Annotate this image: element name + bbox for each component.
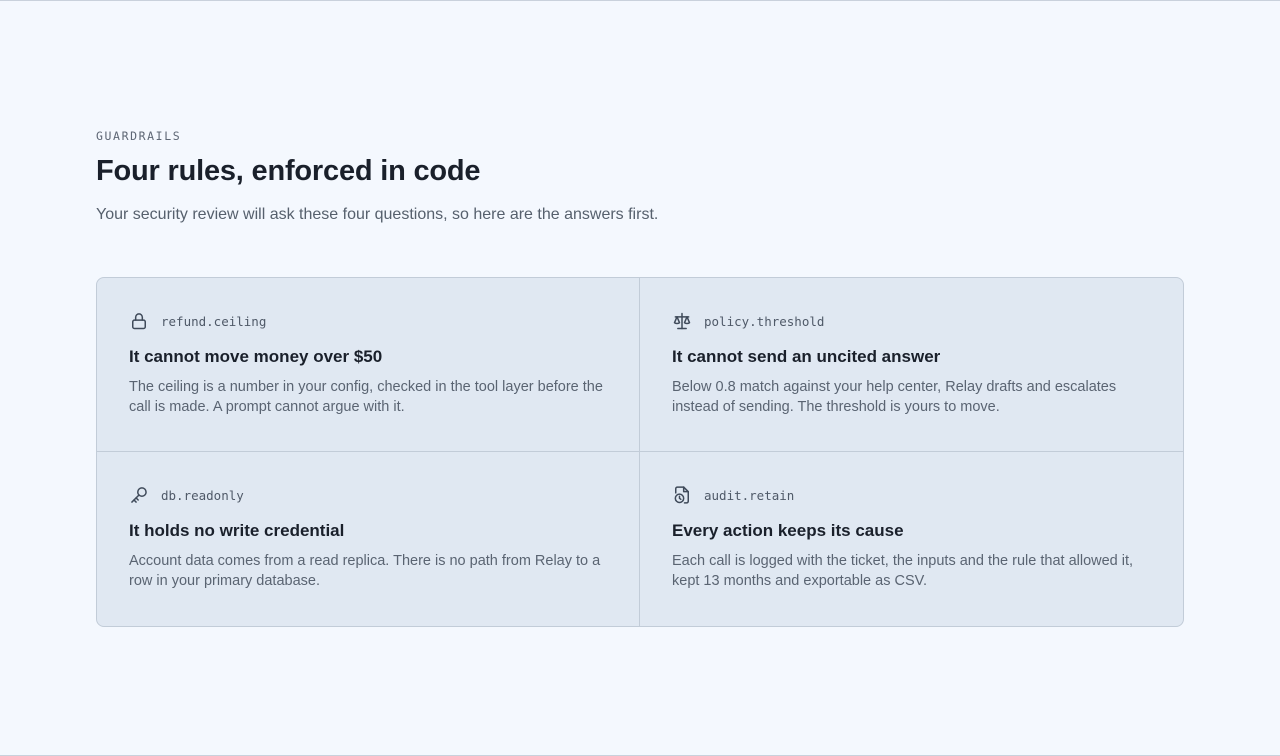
section-eyebrow: GUARDRAILS [96,129,182,143]
rule-key: audit.retain [704,487,795,503]
rule-description: Account data comes from a read replica. … [129,553,601,589]
rule-card-db-readonly: db.readonly It holds no write credential… [97,452,640,626]
rule-key: db.readonly [161,487,244,503]
lock-icon [129,311,149,331]
rule-card-header: audit.retain [672,483,1151,507]
rule-key: refund.ceiling [161,313,267,329]
rule-key: policy.threshold [704,313,825,329]
rule-title: Every action keeps its cause [672,521,904,540]
rule-description: Each call is logged with the ticket, the… [672,553,1134,589]
rules-grid: refund.ceiling It cannot move money over… [96,277,1184,627]
rule-description: Below 0.8 match against your help center… [672,379,1117,415]
scale-icon [672,311,692,331]
rule-card-header: policy.threshold [672,309,1151,333]
rule-title: It cannot move money over $50 [129,347,383,366]
rule-card-header: refund.ceiling [129,309,607,333]
rule-card-audit-retain: audit.retain Every action keeps its caus… [640,452,1183,626]
file-clock-icon [672,485,692,505]
rule-description: The ceiling is a number in your config, … [129,379,603,415]
rule-title: It holds no write credential [129,521,345,540]
rule-card-header: db.readonly [129,483,607,507]
section-subtitle: Your security review will ask these four… [96,206,659,223]
section-title: Four rules, enforced in code [96,155,481,187]
rule-title: It cannot send an uncited answer [672,347,941,366]
key-icon [129,485,149,505]
rule-card-refund-ceiling: refund.ceiling It cannot move money over… [97,278,640,452]
rule-card-policy-threshold: policy.threshold It cannot send an uncit… [640,278,1183,452]
